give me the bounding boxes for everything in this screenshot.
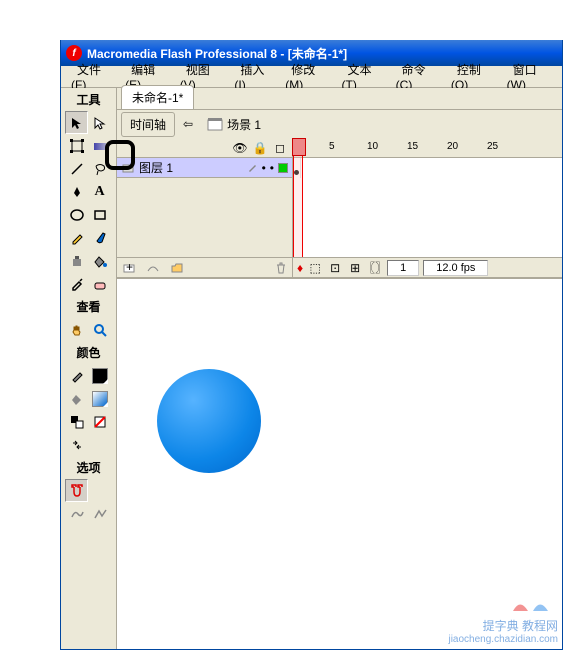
timeline-panel: 👁 🔒 ◻ 图层 1 • • + [117, 138, 562, 278]
timeline-toggle-btn[interactable]: 时间轴 [121, 112, 175, 137]
ruler-25: 25 [487, 141, 498, 152]
color-header: 颜色 [61, 341, 116, 364]
brush-tool[interactable] [88, 226, 111, 249]
eye-icon[interactable]: 👁 [232, 140, 248, 156]
timeline-header: 时间轴 ⇦ 场景 1 [117, 110, 562, 138]
watermark-text1: 提字典 教程网 [448, 617, 558, 634]
pen-tool[interactable] [65, 180, 88, 203]
layer-pencil-icon [248, 163, 258, 173]
fill-color-icon [65, 387, 88, 410]
text-tool[interactable]: A [88, 180, 111, 203]
eyedropper-tool[interactable] [65, 272, 88, 295]
layer-row[interactable]: 图层 1 • • [117, 158, 292, 178]
layer-bottom-bar: + [117, 257, 293, 277]
blue-ball-shape[interactable] [157, 369, 261, 473]
layer-name: 图层 1 [139, 159, 173, 176]
onion-outline-btn[interactable]: ⊡ [327, 260, 343, 276]
watermark-logo-icon [508, 593, 558, 617]
snap-option[interactable] [65, 479, 88, 502]
scene-button[interactable]: 场景 1 [201, 114, 267, 135]
delete-layer-btn[interactable] [273, 260, 289, 276]
frame-rate: 12.0 fps [423, 260, 488, 276]
ruler-5: 5 [329, 141, 335, 152]
zoom-tool[interactable] [88, 318, 111, 341]
subselection-tool[interactable] [88, 111, 111, 134]
hand-tool[interactable] [65, 318, 88, 341]
layer-header: 👁 🔒 ◻ [117, 138, 292, 158]
edit-multiple-btn[interactable]: ⊞ [347, 260, 363, 276]
eraser-tool[interactable] [88, 272, 111, 295]
fill-color-swatch[interactable] [88, 387, 111, 410]
lasso-tool[interactable] [88, 157, 111, 180]
paint-bucket-tool[interactable] [88, 249, 111, 272]
app-window: f Macromedia Flash Professional 8 - [未命名… [60, 40, 563, 650]
timeline-status-bar: ♦ ⬚ ⊡ ⊞ 〖〗 1 12.0 fps [293, 257, 562, 277]
playhead-marker-icon: ♦ [297, 261, 303, 275]
no-color-btn[interactable] [88, 410, 111, 433]
watermark-text2: jiaocheng.chazidian.com [448, 634, 558, 645]
onion-skin-btn[interactable]: ⬚ [307, 260, 323, 276]
smooth-option[interactable] [65, 502, 88, 525]
stroke-color-swatch[interactable] [88, 364, 111, 387]
swap-colors-btn[interactable] [65, 433, 88, 456]
stroke-color-icon [65, 364, 88, 387]
layer-area: 👁 🔒 ◻ 图层 1 • • + [117, 138, 293, 277]
watermark: 提字典 教程网 jiaocheng.chazidian.com [444, 589, 562, 649]
document-tab[interactable]: 未命名-1* [121, 85, 194, 109]
line-tool[interactable] [65, 157, 88, 180]
scene-icon [207, 117, 223, 131]
layer-icon [121, 161, 135, 175]
straighten-option[interactable] [88, 502, 111, 525]
document-area: 未命名-1* 时间轴 ⇦ 场景 1 👁 🔒 ◻ [117, 88, 562, 649]
back-arrow-icon[interactable]: ⇦ [183, 117, 193, 131]
ruler-10: 10 [367, 141, 378, 152]
layer-outline-color[interactable] [278, 163, 288, 173]
view-header: 查看 [61, 295, 116, 318]
tools-header: 工具 [61, 88, 116, 111]
add-folder-btn[interactable] [169, 260, 185, 276]
frame-track[interactable] [293, 158, 562, 178]
tools-panel: 工具 A 查看 [61, 88, 117, 649]
add-guide-btn[interactable] [145, 260, 161, 276]
black-white-btn[interactable] [65, 410, 88, 433]
add-layer-btn[interactable]: + [121, 260, 137, 276]
document-tabs: 未命名-1* [117, 88, 562, 110]
modify-markers-btn[interactable]: 〖〗 [367, 260, 383, 276]
free-transform-tool[interactable] [65, 134, 88, 157]
tools-grid: A [61, 111, 116, 295]
ruler-20: 20 [447, 141, 458, 152]
lock-icon[interactable]: 🔒 [252, 140, 268, 156]
ruler-15: 15 [407, 141, 418, 152]
frame-ruler: 1 5 10 15 20 25 [293, 138, 562, 158]
gradient-transform-tool[interactable] [88, 134, 111, 157]
layer-lock-dot[interactable]: • [270, 161, 274, 175]
rectangle-tool[interactable] [88, 203, 111, 226]
options-header: 选项 [61, 456, 116, 479]
svg-text:+: + [126, 261, 133, 274]
selection-tool[interactable] [65, 111, 88, 134]
outline-icon[interactable]: ◻ [272, 140, 288, 156]
ink-bottle-tool[interactable] [65, 249, 88, 272]
workspace: 工具 A 查看 [61, 88, 562, 649]
scene-label: 场景 1 [227, 116, 261, 133]
current-frame: 1 [387, 260, 419, 276]
pencil-tool[interactable] [65, 226, 88, 249]
stage[interactable]: 提字典 教程网 jiaocheng.chazidian.com [117, 278, 562, 649]
layer-visible-dot[interactable]: • [262, 161, 266, 175]
oval-tool[interactable] [65, 203, 88, 226]
